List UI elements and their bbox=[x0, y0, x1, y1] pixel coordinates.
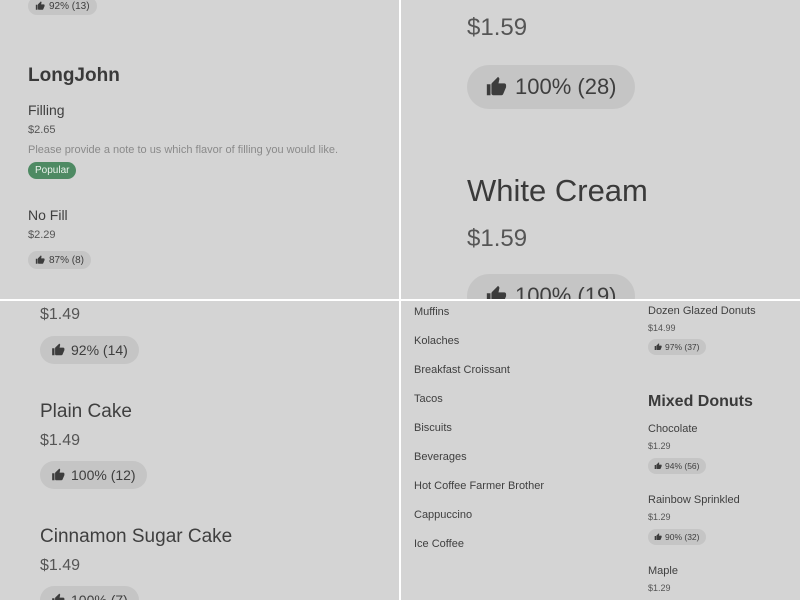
item-price: $1.49 bbox=[40, 306, 81, 323]
item-price-chocolate: $1.29 bbox=[648, 441, 671, 451]
item-price-plain-cake: $1.49 bbox=[40, 432, 81, 449]
rating-badge: 94% (56) bbox=[648, 458, 706, 474]
thumbs-up-icon bbox=[51, 593, 65, 600]
thumbs-up-icon bbox=[51, 343, 65, 357]
rating-text: 100% (12) bbox=[71, 467, 136, 483]
thumbs-up-icon bbox=[51, 468, 65, 482]
rating-text: 90% (32) bbox=[665, 532, 700, 542]
thumbs-up-icon bbox=[654, 533, 662, 541]
thumbs-up-icon bbox=[485, 76, 507, 98]
section-title-mixed-donuts: Mixed Donuts bbox=[648, 393, 753, 410]
item-name-no-fill[interactable]: No Fill bbox=[28, 207, 68, 223]
category-link-breakfast-croissant[interactable]: Breakfast Croissant bbox=[414, 364, 510, 376]
rating-text: 100% (7) bbox=[71, 592, 128, 600]
item-price: $1.59 bbox=[467, 14, 528, 41]
thumbs-up-icon bbox=[485, 285, 507, 299]
item-price-maple: $1.29 bbox=[648, 583, 671, 593]
item-name-plain-cake[interactable]: Plain Cake bbox=[40, 401, 132, 423]
item-name-filling[interactable]: Filling bbox=[28, 102, 65, 118]
rating-badge: 92% (14) bbox=[40, 336, 139, 364]
item-price-dozen-glazed: $14.99 bbox=[648, 323, 676, 333]
category-link-ice-coffee[interactable]: Ice Coffee bbox=[414, 538, 464, 550]
rating-text: 92% (14) bbox=[71, 342, 128, 358]
rating-badge: 100% (12) bbox=[40, 461, 147, 489]
rating-text: 100% (28) bbox=[515, 74, 617, 99]
quadrant-bottom-right: Muffins Kolaches Breakfast Croissant Tac… bbox=[401, 301, 800, 600]
rating-badge: 87% (8) bbox=[28, 251, 92, 269]
item-price-no-fill: $2.29 bbox=[28, 229, 56, 241]
item-name-cinnamon-sugar-cake[interactable]: Cinnamon Sugar Cake bbox=[40, 526, 232, 548]
category-link-cappuccino[interactable]: Cappuccino bbox=[414, 509, 472, 521]
rating-badge: 100% (7) bbox=[40, 586, 139, 600]
rating-text: 87% (8) bbox=[49, 254, 85, 266]
rating-text: 94% (56) bbox=[665, 461, 700, 471]
item-price-cinnamon-sugar-cake: $1.49 bbox=[40, 557, 81, 574]
category-link-beverages[interactable]: Beverages bbox=[414, 451, 467, 463]
item-name-dozen-glazed[interactable]: Dozen Glazed Donuts bbox=[648, 305, 756, 317]
rating-badge: 100% (28) bbox=[467, 65, 635, 109]
category-link-tacos[interactable]: Tacos bbox=[414, 393, 443, 405]
rating-badge: 90% (32) bbox=[648, 529, 706, 545]
thumbs-up-icon bbox=[35, 255, 45, 265]
category-link-biscuits[interactable]: Biscuits bbox=[414, 422, 452, 434]
rating-text: 100% (19) bbox=[515, 283, 617, 299]
item-price-rainbow-sprinkled: $1.29 bbox=[648, 512, 671, 522]
thumbs-up-icon bbox=[654, 343, 662, 351]
rating-badge: 92% (13) bbox=[28, 0, 97, 15]
popular-badge: Popular bbox=[28, 162, 77, 179]
item-name-chocolate[interactable]: Chocolate bbox=[648, 423, 698, 435]
section-title-longjohn: LongJohn bbox=[28, 65, 120, 86]
item-name-maple[interactable]: Maple bbox=[648, 565, 678, 577]
rating-text: 92% (13) bbox=[49, 0, 90, 12]
thumbs-up-icon bbox=[35, 1, 45, 11]
quadrant-bottom-left: $1.49 92% (14) Plain Cake $1.49 100% (12… bbox=[0, 301, 399, 600]
rating-text: 97% (37) bbox=[665, 342, 700, 352]
item-note-filling: Please provide a note to us which flavor… bbox=[28, 144, 339, 156]
category-link-kolaches[interactable]: Kolaches bbox=[414, 335, 459, 347]
item-price-filling: $2.65 bbox=[28, 124, 56, 136]
category-link-muffins[interactable]: Muffins bbox=[414, 306, 449, 318]
quadrant-top-left: 92% (13) LongJohn Filling $2.65 Please p… bbox=[0, 0, 399, 299]
item-price-white-cream: $1.59 bbox=[467, 225, 528, 252]
rating-badge: 97% (37) bbox=[648, 339, 706, 355]
rating-badge: 100% (19) bbox=[467, 274, 635, 299]
quadrant-top-right: $1.59 100% (28) White Cream $1.59 100% (… bbox=[401, 0, 800, 299]
item-name-white-cream[interactable]: White Cream bbox=[467, 173, 648, 209]
thumbs-up-icon bbox=[654, 462, 662, 470]
category-link-hot-coffee[interactable]: Hot Coffee Farmer Brother bbox=[414, 480, 544, 492]
item-name-rainbow-sprinkled[interactable]: Rainbow Sprinkled bbox=[648, 494, 740, 506]
